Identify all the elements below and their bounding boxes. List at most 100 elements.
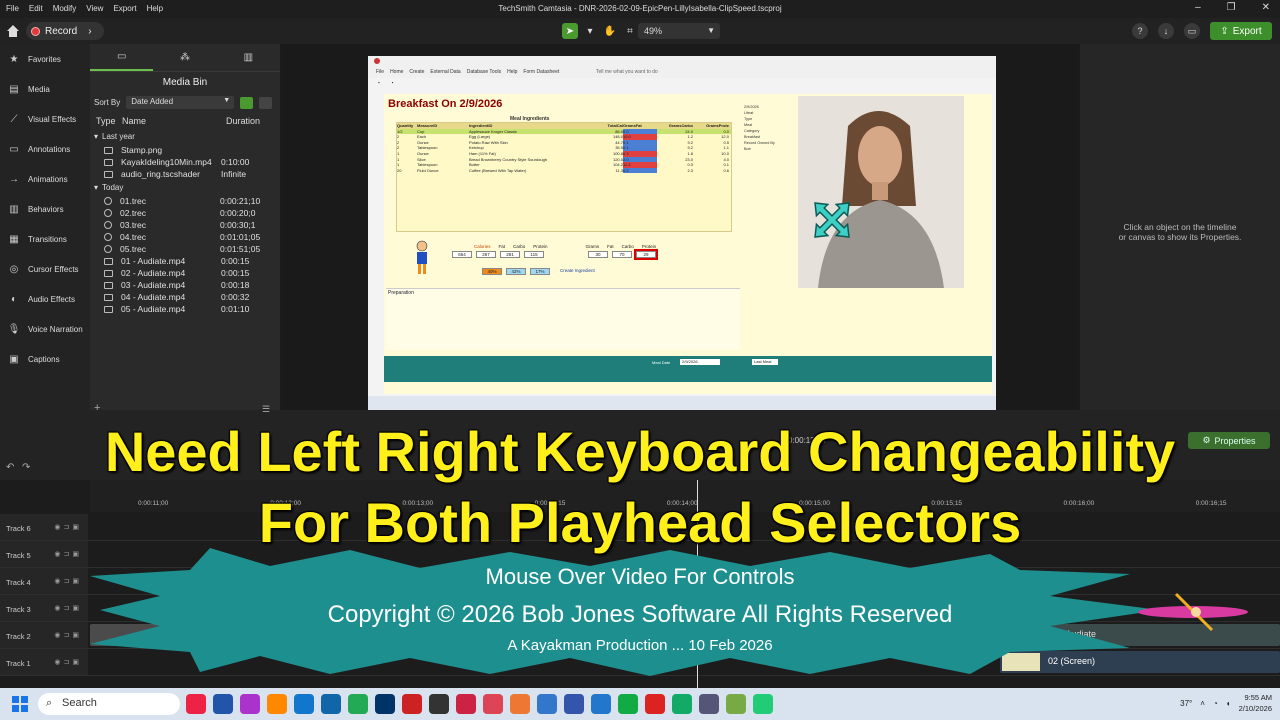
taskbar-app-icon[interactable] [699, 694, 719, 714]
clock[interactable]: 9:55 AM 2/10/2026 [1239, 692, 1272, 714]
ingredients-grid[interactable]: Quantity MeasureID IngredientID TotalCal Gra… [396, 122, 732, 232]
select-tool-icon[interactable]: ➤ [562, 23, 578, 39]
detail-view-button[interactable] [259, 96, 273, 109]
grams-protein[interactable]: 29 [634, 249, 658, 260]
webcam-video[interactable] [798, 96, 964, 288]
media-duration: 0:00:15 [221, 256, 250, 266]
media-item[interactable]: Stamp.png [90, 144, 280, 156]
taskbar-app-icon[interactable] [294, 694, 314, 714]
sidebar-item-cursor-effects[interactable]: ◎ Cursor Effects [0, 254, 90, 284]
track-controls-icon[interactable]: ◉⊐▣ [54, 658, 82, 666]
col-name[interactable]: Name [122, 116, 226, 126]
taskbar-app-icon[interactable] [213, 694, 233, 714]
create-ingredient-button[interactable]: Create Ingredient [560, 268, 595, 275]
volume-icon[interactable]: ◖ [1226, 699, 1231, 708]
media-item[interactable]: KayakIdeling10Min.mp4 0:10:00 [90, 156, 280, 168]
weather-temp[interactable]: 37° [1180, 699, 1192, 708]
home-icon[interactable] [6, 24, 20, 38]
media-item[interactable]: 04 - Audiate.mp4 0:00:32 [90, 291, 280, 303]
meal-date-value[interactable]: 2/9/2026 [680, 359, 720, 365]
zoom-select[interactable]: 49% ▼ [638, 23, 720, 39]
list-view-button[interactable] [240, 96, 254, 109]
media-item[interactable]: 04.trec 0:01:01;05 [90, 231, 280, 243]
tab-library[interactable]: ⁂ [153, 44, 216, 71]
taskbar-app-icon[interactable] [240, 694, 260, 714]
taskbar-app-icon[interactable] [753, 694, 773, 714]
sidebar-item-voice-narration[interactable]: 🎙 Voice Narration [0, 314, 90, 344]
media-item[interactable]: 05.trec 0:01:51;05 [90, 243, 280, 255]
taskbar-app-icon[interactable] [402, 694, 422, 714]
add-icon[interactable]: + [94, 402, 100, 414]
sort-select[interactable]: Date Added ▼ [126, 96, 235, 109]
taskbar-search[interactable]: ⌕ Search [38, 693, 180, 715]
taskbar-app-icon[interactable] [375, 694, 395, 714]
crop-icon[interactable]: ⌗ [622, 23, 638, 39]
tab-main-menu: ▪ [378, 80, 380, 85]
taskbar-app-icon[interactable] [348, 694, 368, 714]
sidebar-item-captions[interactable]: ▣ Captions [0, 344, 90, 374]
pan-hand-icon[interactable]: ✋ [602, 23, 618, 39]
export-button[interactable]: ⇪ Export [1210, 22, 1272, 40]
media-item[interactable]: 01 - Audiate.mp4 0:00:15 [90, 255, 280, 267]
taskbar-app-icon[interactable] [672, 694, 692, 714]
taskbar-app-icon[interactable] [186, 694, 206, 714]
sidebar-item-audio-effects[interactable]: ◐ Audio Effects [0, 284, 90, 314]
grams-carbo[interactable]: 70 [612, 251, 632, 258]
media-item[interactable]: 05 - Audiate.mp4 0:01:10 [90, 303, 280, 315]
sidebar-item-animations[interactable]: → Animations [0, 164, 90, 194]
media-item[interactable]: 03.trec 0:00:30;1 [90, 219, 280, 231]
last-meal-button[interactable]: Last Meal [752, 359, 778, 365]
tab-stock[interactable]: ▥ [217, 44, 280, 71]
col-duration[interactable]: Duration [226, 116, 260, 126]
media-item[interactable]: 01.trec 0:00:21;10 [90, 195, 280, 207]
sidebar-item-media[interactable]: ▤ Media [0, 74, 90, 104]
taskbar-app-icon[interactable] [645, 694, 665, 714]
tab-media-bin[interactable]: ▭ [90, 44, 154, 71]
taskbar-app-icon[interactable] [510, 694, 530, 714]
sidebar-item-visual-effects[interactable]: ⟋ Visual Effects [0, 104, 90, 134]
group-last-year[interactable]: ▾ Last year [90, 129, 280, 144]
taskbar-app-icon[interactable] [618, 694, 638, 714]
total-calories[interactable]: 664 [452, 251, 472, 258]
download-icon[interactable]: ↓ [1158, 23, 1174, 39]
taskbar-app-icon[interactable] [456, 694, 476, 714]
wifi-icon[interactable]: ◔ [1213, 699, 1218, 708]
media-item[interactable]: audio_ring.tscshader Infinite [90, 168, 280, 180]
sidebar-item-behaviors[interactable]: ▥ Behaviors [0, 194, 90, 224]
bin-options-icon[interactable]: ☰ [262, 404, 270, 415]
record-button[interactable]: Record › [26, 22, 104, 40]
col-type[interactable]: Type [96, 116, 122, 126]
taskbar-app-icon[interactable] [267, 694, 287, 714]
taskbar-app-icon[interactable] [591, 694, 611, 714]
windows-start-icon[interactable] [12, 696, 28, 712]
taskbar-app-icon[interactable] [321, 694, 341, 714]
taskbar-app-icon[interactable] [429, 694, 449, 714]
bin-title: Media Bin [162, 77, 208, 88]
chevron-up-icon[interactable]: ˄ [1200, 699, 1205, 708]
maximize-icon[interactable]: ❐ [1227, 2, 1236, 13]
total-carbo[interactable]: 281 [500, 251, 520, 258]
grid-row[interactable]: 20 Fluid Ounce Coffee (Brewed With Tap Wat… [397, 167, 731, 174]
grams-fat[interactable]: 30 [588, 251, 608, 258]
group-today[interactable]: ▾ Today [90, 180, 280, 195]
close-icon[interactable]: ✕ [1262, 2, 1270, 13]
minimize-icon[interactable]: – [1195, 2, 1201, 13]
export-label: Export [1232, 25, 1262, 37]
taskbar-app-icon[interactable] [564, 694, 584, 714]
taskbar-app-icon[interactable] [483, 694, 503, 714]
media-item[interactable]: 02.trec 0:00:20;0 [90, 207, 280, 219]
taskbar-app-icon[interactable] [537, 694, 557, 714]
preparation-box[interactable]: Preparation [386, 288, 740, 350]
total-protein[interactable]: 115 [524, 251, 544, 258]
taskbar-app-icon[interactable] [726, 694, 746, 714]
layout-icon[interactable]: ▭ [1184, 23, 1200, 39]
total-fat[interactable]: 267 [476, 251, 496, 258]
sidebar-item-annotations[interactable]: ▭ Annotations [0, 134, 90, 164]
move-arrows-icon [814, 202, 850, 238]
chevron-down-icon[interactable]: ▾ [582, 23, 598, 39]
media-item[interactable]: 03 - Audiate.mp4 0:00:18 [90, 279, 280, 291]
help-icon[interactable]: ? [1132, 23, 1148, 39]
sidebar-item-favorites[interactable]: ★ Favorites [0, 44, 90, 74]
sidebar-item-transitions[interactable]: ▦ Transitions [0, 224, 90, 254]
media-item[interactable]: 02 - Audiate.mp4 0:00:15 [90, 267, 280, 279]
